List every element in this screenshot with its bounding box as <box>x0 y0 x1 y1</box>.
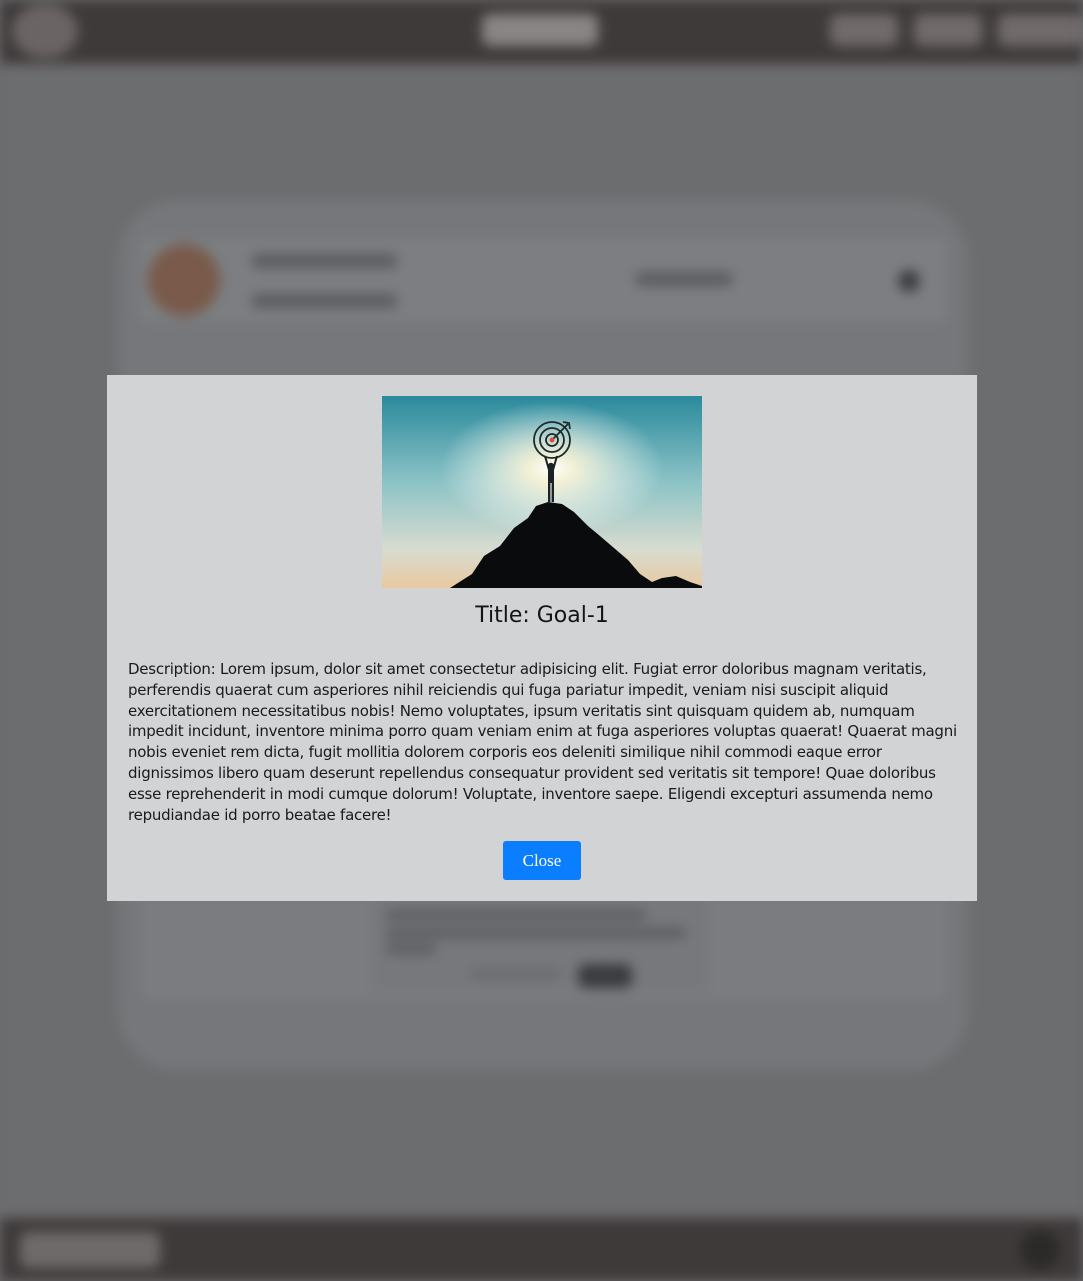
modal-description: Description: Lorem ipsum, dolor sit amet… <box>128 660 957 824</box>
profile-action-icon <box>898 270 920 292</box>
goal-mountain-image <box>382 396 702 588</box>
profile-subtitle-placeholder <box>252 294 397 308</box>
goal-text-placeholder <box>386 928 686 938</box>
nav-link <box>830 14 898 46</box>
footer-text-placeholder <box>20 1232 160 1268</box>
top-navbar <box>0 0 1083 64</box>
goal-buttons-placeholder <box>578 964 632 988</box>
nav-link <box>998 14 1083 46</box>
avatar <box>148 244 220 316</box>
logo-icon <box>12 4 78 58</box>
goal-text-placeholder <box>386 944 436 954</box>
modal-title: Title: Goal-1 <box>475 603 609 628</box>
nav-brand <box>482 14 598 46</box>
profile-name-placeholder <box>252 254 397 268</box>
nav-link <box>914 14 982 46</box>
goal-modal: Title: Goal-1 Description: Lorem ipsum, … <box>107 375 977 901</box>
profile-stat-placeholder <box>636 272 732 286</box>
close-button[interactable]: Close <box>503 841 581 880</box>
profile-header <box>140 238 948 322</box>
footer-icon <box>1020 1230 1060 1270</box>
goal-text-placeholder <box>386 910 646 920</box>
footer <box>0 1218 1083 1281</box>
goal-meta-placeholder <box>470 970 560 978</box>
